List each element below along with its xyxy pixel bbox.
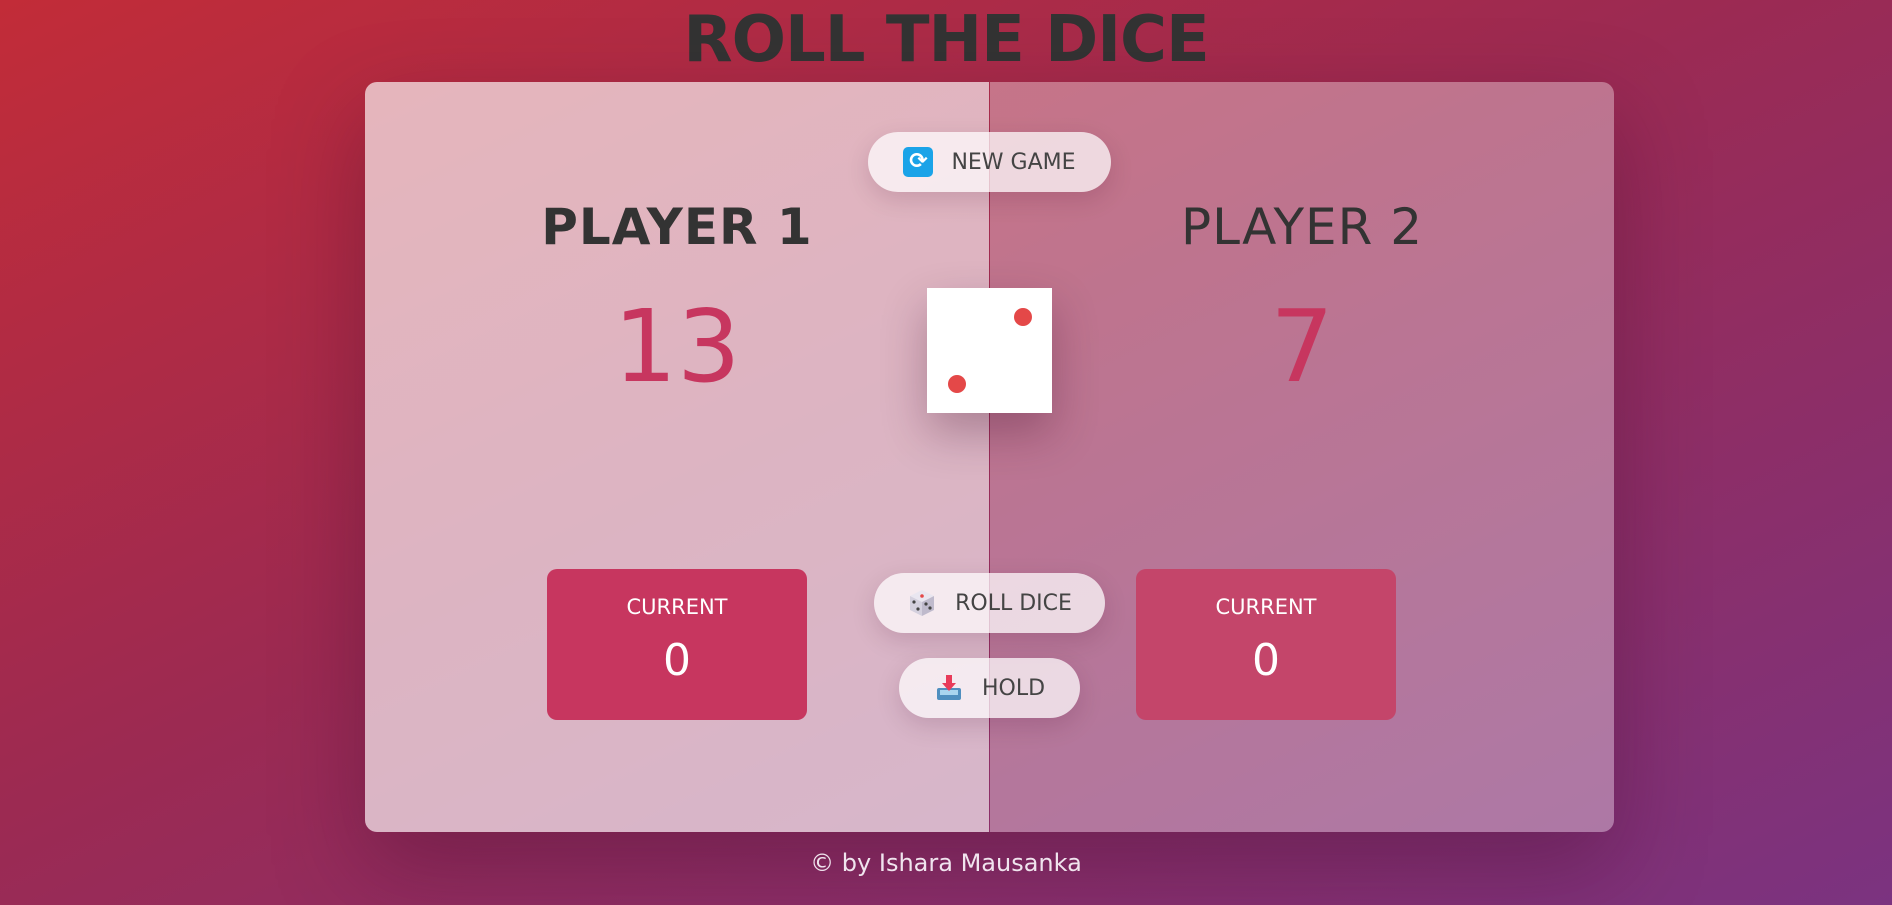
player-2-score: 7: [1270, 288, 1334, 405]
player-2-name: PLAYER 2: [1180, 198, 1424, 256]
player-2-current-label: CURRENT: [1215, 595, 1317, 619]
footer-credit: © by Ishara Mausanka: [810, 849, 1082, 877]
player-2-current-box: CURRENT 0: [1136, 569, 1396, 720]
hold-label: HOLD: [981, 675, 1046, 701]
dice-pip: [948, 375, 966, 393]
player-1-current-box: CURRENT 0: [547, 569, 807, 720]
new-game-label: NEW GAME: [951, 149, 1076, 175]
hold-inbox-icon: [934, 673, 964, 703]
player-1-panel: PLAYER 1 13 CURRENT 0: [365, 82, 989, 832]
player-1-current-score: 0: [663, 635, 691, 686]
refresh-icon: ⟳: [903, 147, 934, 177]
roll-dice-button[interactable]: ROLL DICE: [874, 573, 1105, 633]
game-title: ROLL THE DICE: [683, 3, 1209, 77]
dice-pip: [1014, 308, 1032, 326]
new-game-button[interactable]: ⟳ NEW GAME: [868, 132, 1111, 192]
player-2-current-score: 0: [1252, 635, 1280, 686]
player-2-panel: PLAYER 2 7 CURRENT 0: [990, 82, 1614, 832]
dice: [927, 288, 1052, 413]
game-board: PLAYER 1 13 CURRENT 0 PLAYER 2 7 CURRENT…: [365, 82, 1614, 832]
player-1-name: PLAYER 1: [541, 198, 813, 256]
player-1-current-label: CURRENT: [626, 595, 728, 619]
player-1-score: 13: [613, 288, 741, 405]
dice-icon: [907, 588, 937, 618]
hold-button[interactable]: HOLD: [899, 658, 1080, 718]
roll-dice-label: ROLL DICE: [955, 590, 1072, 616]
